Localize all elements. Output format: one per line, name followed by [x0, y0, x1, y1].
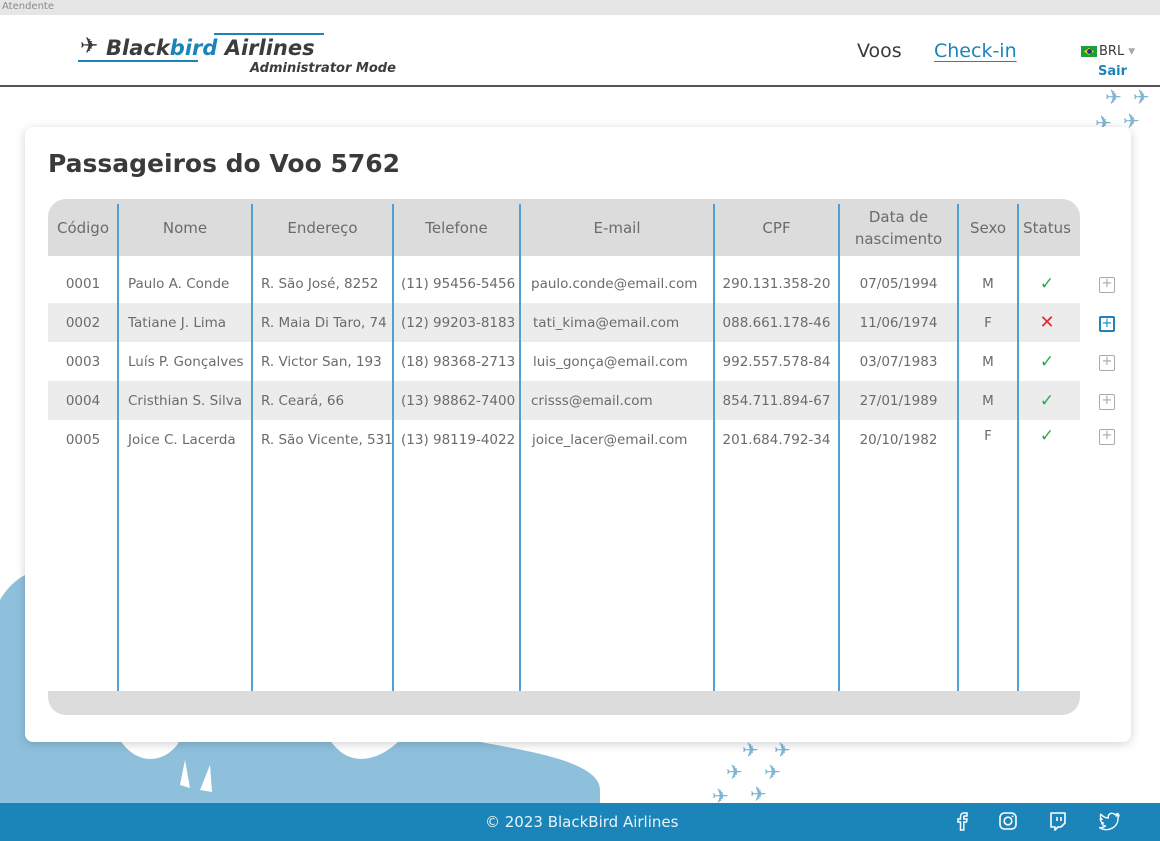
expand-row-button[interactable]: + — [1099, 394, 1115, 410]
logout-link[interactable]: Sair — [1098, 64, 1127, 79]
passengers-card: Passageiros do Voo 5762 Código Nome Ende… — [25, 127, 1131, 742]
cell-codigo: 0004 — [65, 392, 101, 409]
cell-endereco: R. São Vicente, 531 — [261, 431, 393, 448]
cell-nome: Paulo A. Conde — [128, 275, 230, 292]
cell-nascimento: 07/05/1994 — [859, 275, 938, 292]
cell-sexo: M — [982, 275, 994, 292]
cell-endereco: R. São José, 8252 — [261, 275, 379, 292]
cell-codigo: 0003 — [65, 353, 101, 370]
cell-nome: Tatiane J. Lima — [128, 314, 227, 331]
logo-title: Blackbird Airlines — [106, 36, 315, 60]
column-header-email: E-mail — [593, 218, 641, 237]
cell-endereco: R. Victor San, 193 — [261, 353, 382, 370]
cell-telefone: (13) 98862-7400 — [401, 392, 516, 409]
column-divider — [838, 204, 840, 691]
column-header-sexo: Sexo — [969, 218, 1007, 237]
table-row[interactable]: 0004 Cristhian S. Silva R. Ceará, 66 (13… — [48, 381, 1080, 420]
currency-selector[interactable]: BRL ▼ — [1081, 44, 1135, 59]
instagram-icon[interactable] — [996, 811, 1020, 833]
currency-label: BRL — [1099, 44, 1125, 59]
facebook-icon[interactable] — [950, 811, 974, 833]
column-header-status: Status — [1023, 218, 1071, 237]
cell-nome: Cristhian S. Silva — [128, 392, 242, 409]
footer: © 2023 BlackBird Airlines — [0, 803, 1160, 841]
logo[interactable]: ✈ Blackbird Airlines Administrator Mode — [78, 33, 408, 80]
cell-sexo: F — [984, 427, 992, 444]
chevron-down-icon: ▼ — [1128, 46, 1136, 57]
cell-cpf: 290.131.358-20 — [722, 275, 831, 292]
status-check-icon: ✓ — [1039, 390, 1055, 411]
airplane-icon: ✈ — [80, 34, 99, 59]
cell-email: crisss@email.com — [531, 392, 653, 409]
expand-row-button[interactable]: + — [1099, 277, 1115, 293]
expand-row-button[interactable]: + — [1099, 429, 1115, 445]
column-divider — [957, 204, 959, 691]
table-row[interactable]: 0002 Tatiane J. Lima R. Maia Di Taro, 74… — [48, 303, 1080, 342]
expand-row-button[interactable]: + — [1099, 316, 1115, 332]
cell-sexo: M — [982, 392, 994, 409]
cell-telefone: (18) 98368-2713 — [401, 353, 516, 370]
cell-codigo: 0001 — [65, 275, 101, 292]
page-title: Passageiros do Voo 5762 — [48, 149, 401, 178]
cell-nascimento: 20/10/1982 — [859, 431, 938, 448]
cell-cpf: 854.711.894-67 — [722, 392, 831, 409]
cell-nome: Luís P. Gonçalves — [128, 353, 244, 370]
cell-telefone: (13) 98119-4022 — [401, 431, 516, 448]
table-row[interactable]: 0003 Luís P. Gonçalves R. Victor San, 19… — [48, 342, 1080, 381]
passengers-table: Código Nome Endereço Telefone E-mail CPF… — [48, 199, 1080, 715]
column-divider — [117, 204, 119, 691]
cell-nascimento: 27/01/1989 — [859, 392, 938, 409]
cell-endereco: R. Ceará, 66 — [261, 392, 345, 409]
column-divider — [519, 204, 521, 691]
cell-nascimento: 03/07/1983 — [859, 353, 938, 370]
column-header-cpf: CPF — [762, 218, 791, 237]
column-divider — [392, 204, 394, 691]
status-cross-icon: ✕ — [1039, 312, 1055, 333]
cell-email: luis_gonça@email.com — [533, 353, 688, 370]
cell-telefone: (11) 95456-5456 — [401, 275, 516, 292]
column-divider — [1017, 204, 1019, 691]
window-label: Atendente — [0, 0, 1160, 15]
cell-cpf: 201.684.792-34 — [722, 431, 831, 448]
cell-codigo: 0002 — [65, 314, 101, 331]
cell-cpf: 088.661.178-46 — [722, 314, 831, 331]
cell-nascimento: 11/06/1974 — [859, 314, 938, 331]
logo-subtitle: Administrator Mode — [250, 61, 396, 76]
cell-telefone: (12) 99203-8183 — [401, 314, 516, 331]
column-header-nascimento: Data de nascimento — [854, 207, 943, 248]
nav-checkin-link[interactable]: Check-in — [934, 40, 1017, 62]
table-footer — [48, 691, 1080, 715]
cell-email: joice_lacer@email.com — [532, 431, 688, 448]
twitch-icon[interactable] — [1046, 811, 1070, 833]
table-row[interactable]: 0005 Joice C. Lacerda R. São Vicente, 53… — [48, 420, 1080, 459]
column-header-endereco: Endereço — [287, 218, 358, 237]
cell-sexo: M — [982, 353, 994, 370]
cell-email: paulo.conde@email.com — [531, 275, 698, 292]
column-header-telefone: Telefone — [425, 218, 488, 237]
cell-codigo: 0005 — [65, 431, 101, 448]
expand-row-button[interactable]: + — [1099, 355, 1115, 371]
column-divider — [251, 204, 253, 691]
cell-email: tati_kima@email.com — [533, 314, 680, 331]
cell-sexo: F — [984, 314, 992, 331]
table-row[interactable]: 0001 Paulo A. Conde R. São José, 8252 (1… — [48, 264, 1080, 303]
copyright-text: © 2023 BlackBird Airlines — [485, 813, 679, 831]
status-check-icon: ✓ — [1039, 273, 1055, 294]
logo-underline — [78, 60, 198, 62]
nav-voos-link[interactable]: Voos — [857, 40, 902, 62]
column-header-codigo: Código — [56, 218, 110, 237]
column-header-nome: Nome — [162, 218, 208, 237]
status-check-icon: ✓ — [1039, 351, 1055, 372]
cell-endereco: R. Maia Di Taro, 74 — [261, 314, 387, 331]
cell-nome: Joice C. Lacerda — [128, 431, 236, 448]
twitter-icon[interactable] — [1098, 811, 1122, 833]
status-check-icon: ✓ — [1039, 425, 1055, 446]
header: ✈ Blackbird Airlines Administrator Mode … — [0, 15, 1160, 87]
column-divider — [713, 204, 715, 691]
cell-cpf: 992.557.578-84 — [722, 353, 831, 370]
brazil-flag-icon — [1081, 46, 1097, 57]
